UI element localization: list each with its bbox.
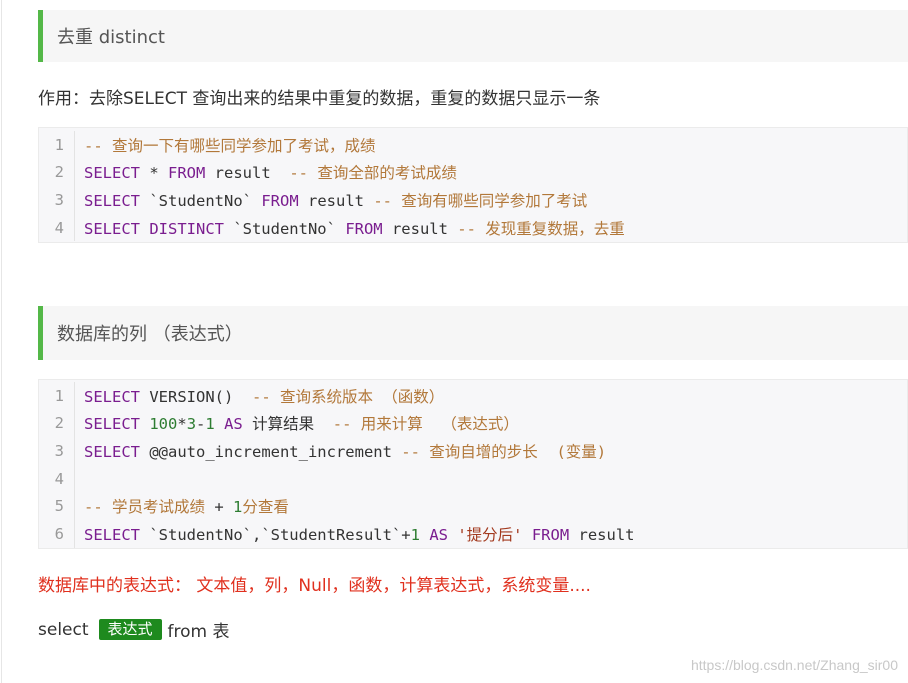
sql-text: `StudentNo`,`StudentResult`+ (140, 525, 411, 544)
sql-text: * (140, 164, 168, 183)
code-text: -- 学员考试成绩 + 1分查看 (75, 495, 289, 517)
sql-number: 1 (233, 498, 243, 517)
article-page: 去重 distinct 作用：去除SELECT 查询出来的结果中重复的数据，重复… (0, 0, 908, 683)
sql-text: result (205, 164, 290, 183)
line-number: 3 (39, 186, 75, 214)
code-text: SELECT VERSION() -- 查询系统版本 （函数） (75, 385, 444, 407)
sql-text: 计算结果 (242, 415, 333, 434)
sql-comment: -- 查询全部的考试成绩 (289, 164, 457, 183)
section-heading-text: 数据库的列 （表达式） (57, 324, 243, 345)
sql-comment: -- 发现重复数据，去重 (457, 219, 625, 238)
sql-keyword: SELECT (84, 164, 140, 183)
line-number: 4 (39, 464, 75, 493)
sql-text: * (177, 415, 187, 434)
code-text: SELECT 100*3-1 AS 计算结果 -- 用来计算 （表达式） (75, 412, 519, 434)
line-number: 5 (39, 492, 75, 520)
code-line: 6 SELECT `StudentNo`,`StudentResult`+1 AS… (39, 519, 907, 548)
code-line: 2 SELECT 100*3-1 AS 计算结果 -- 用来计算 （表达式） (39, 409, 907, 438)
sql-number: 3 (186, 415, 197, 434)
distinct-description: 作用：去除SELECT 查询出来的结果中重复的数据，重复的数据只显示一条 (38, 89, 601, 109)
from-table-text: from 表 (167, 622, 230, 642)
sql-keyword: SELECT DISTINCT (84, 219, 224, 238)
section-heading-distinct: 去重 distinct (38, 10, 908, 62)
select-syntax-line: select 表达式 from 表 (38, 617, 230, 642)
sql-keyword: FROM (168, 164, 206, 183)
code-line: 4 SELECT DISTINCT `StudentNo` FROM result… (39, 213, 907, 242)
code-text: SELECT DISTINCT `StudentNo` FROM result … (75, 217, 625, 239)
code-text: SELECT `StudentNo` FROM result -- 查询有哪些同… (75, 189, 587, 211)
line-number: 2 (39, 158, 75, 187)
sql-keyword: FROM (345, 219, 383, 238)
sql-comment: -- 查询系统版本 （函数） (251, 387, 445, 406)
sql-comment: -- 查询自增的步长 (变量) (401, 442, 607, 461)
sql-keyword: SELECT (84, 387, 140, 406)
sql-text: result (382, 219, 458, 238)
line-number: 3 (39, 437, 75, 465)
select-keyword: select (38, 619, 89, 640)
code-line: 5 -- 学员考试成绩 + 1分查看 (39, 492, 907, 520)
sql-keyword: AS (429, 525, 448, 544)
sql-keyword: SELECT (84, 191, 140, 210)
sql-keyword: FROM (531, 525, 570, 544)
code-line: 3 SELECT @@auto_increment_increment -- 查询… (39, 437, 907, 465)
sql-text: result (569, 525, 635, 544)
sql-keyword: SELECT (84, 525, 140, 544)
sql-text: `StudentNo` (223, 219, 346, 238)
sql-comment: -- 学员考试成绩 (84, 498, 215, 517)
sql-comment: -- 查询有哪些同学参加了考试 (373, 191, 588, 210)
sql-string: '提分后' (457, 525, 523, 544)
line-number: 2 (39, 409, 75, 438)
code-line: 1 -- 查询一下有哪些同学参加了考试，成绩 (39, 131, 907, 159)
line-number: 1 (39, 382, 75, 410)
sql-text: - (196, 415, 206, 434)
code-block-expressions[interactable]: 1 SELECT VERSION() -- 查询系统版本 （函数） 2 SELECT … (38, 379, 908, 549)
sql-keyword: SELECT (84, 442, 140, 461)
code-text: -- 查询一下有哪些同学参加了考试，成绩 (75, 134, 376, 156)
section-heading-text: 去重 distinct (57, 27, 165, 48)
sql-comment: -- 用来计算 （表达式） (332, 415, 519, 434)
left-divider (1, 0, 2, 683)
sql-number: 1 (205, 415, 215, 434)
code-text: SELECT `StudentNo`,`StudentResult`+1 AS … (75, 523, 635, 545)
section-heading-columns: 数据库的列 （表达式） (38, 306, 908, 360)
code-line: 1 SELECT VERSION() -- 查询系统版本 （函数） (39, 382, 907, 410)
sql-text: VERSION() (140, 387, 252, 406)
sql-comment: 分查看 (242, 498, 289, 517)
sql-keyword: AS (224, 415, 243, 434)
code-text: SELECT * FROM result -- 查询全部的考试成绩 (75, 161, 457, 183)
expression-badge: 表达式 (98, 619, 162, 640)
code-text: SELECT @@auto_increment_increment -- 查询自… (75, 440, 606, 462)
line-number: 6 (39, 519, 75, 548)
sql-number: 1 (410, 525, 420, 544)
code-line: 4 (39, 464, 907, 493)
sql-comment: -- 查询一下有哪些同学参加了考试，成绩 (84, 136, 376, 155)
sql-text: @@auto_increment_increment (140, 442, 402, 461)
code-line: 2 SELECT * FROM result -- 查询全部的考试成绩 (39, 158, 907, 187)
sql-text: result (298, 191, 374, 210)
watermark: https://blog.csdn.net/Zhang_sir00 (690, 657, 898, 673)
code-block-distinct[interactable]: 1 -- 查询一下有哪些同学参加了考试，成绩 2 SELECT * FROM resu… (38, 127, 908, 243)
sql-keyword: SELECT (84, 415, 140, 434)
sql-text: `StudentNo` (140, 191, 262, 210)
line-number: 4 (39, 213, 75, 242)
code-line: 3 SELECT `StudentNo` FROM result -- 查询有哪些… (39, 186, 907, 214)
sql-number: 100 (149, 415, 178, 434)
sql-keyword: FROM (261, 191, 299, 210)
line-number: 1 (39, 131, 75, 159)
sql-text: + (214, 498, 233, 517)
expression-note: 数据库中的表达式： 文本值，列，Null，函数，计算表达式，系统变量.... (38, 576, 591, 596)
